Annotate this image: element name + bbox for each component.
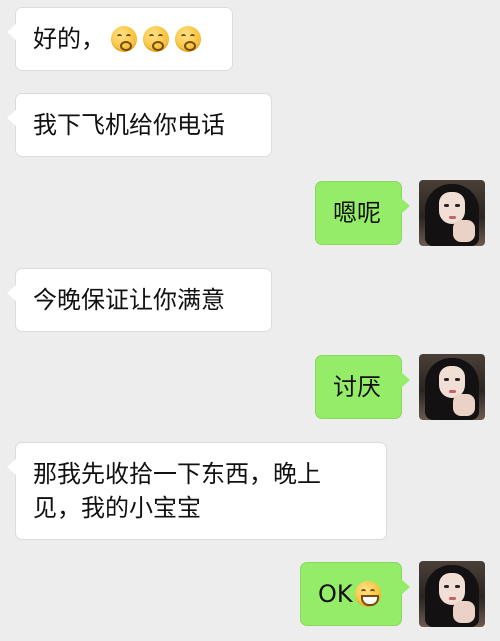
outgoing-message-bubble[interactable]: 讨厌 <box>315 355 410 419</box>
kiss-face-icon <box>111 26 137 52</box>
outgoing-message-bubble[interactable]: 嗯呢 <box>315 181 410 245</box>
message-text: 我下飞机给你电话 <box>33 111 225 139</box>
kiss-face-icon <box>143 26 169 52</box>
message-text: 讨厌 <box>333 373 381 401</box>
message-text: OK <box>318 580 353 608</box>
grin-face-icon <box>354 581 381 607</box>
user-avatar[interactable] <box>419 561 485 627</box>
user-avatar[interactable] <box>419 180 485 246</box>
message-text: 今晚保证让你满意 <box>33 286 225 314</box>
message-text: 那我先收拾一下东西，晚上 见，我的小宝宝 <box>33 460 321 522</box>
incoming-message-bubble[interactable]: 那我先收拾一下东西，晚上 见，我的小宝宝 <box>7 442 387 540</box>
incoming-message-bubble[interactable]: 好的， <box>7 7 233 71</box>
message-text: 好的， <box>33 25 105 53</box>
message-text: 嗯呢 <box>333 199 381 227</box>
kiss-face-icon <box>175 26 201 52</box>
user-avatar[interactable] <box>419 354 485 420</box>
incoming-message-bubble[interactable]: 今晚保证让你满意 <box>7 268 272 332</box>
incoming-message-bubble[interactable]: 我下飞机给你电话 <box>7 93 272 157</box>
outgoing-message-bubble[interactable]: OK <box>300 562 410 626</box>
